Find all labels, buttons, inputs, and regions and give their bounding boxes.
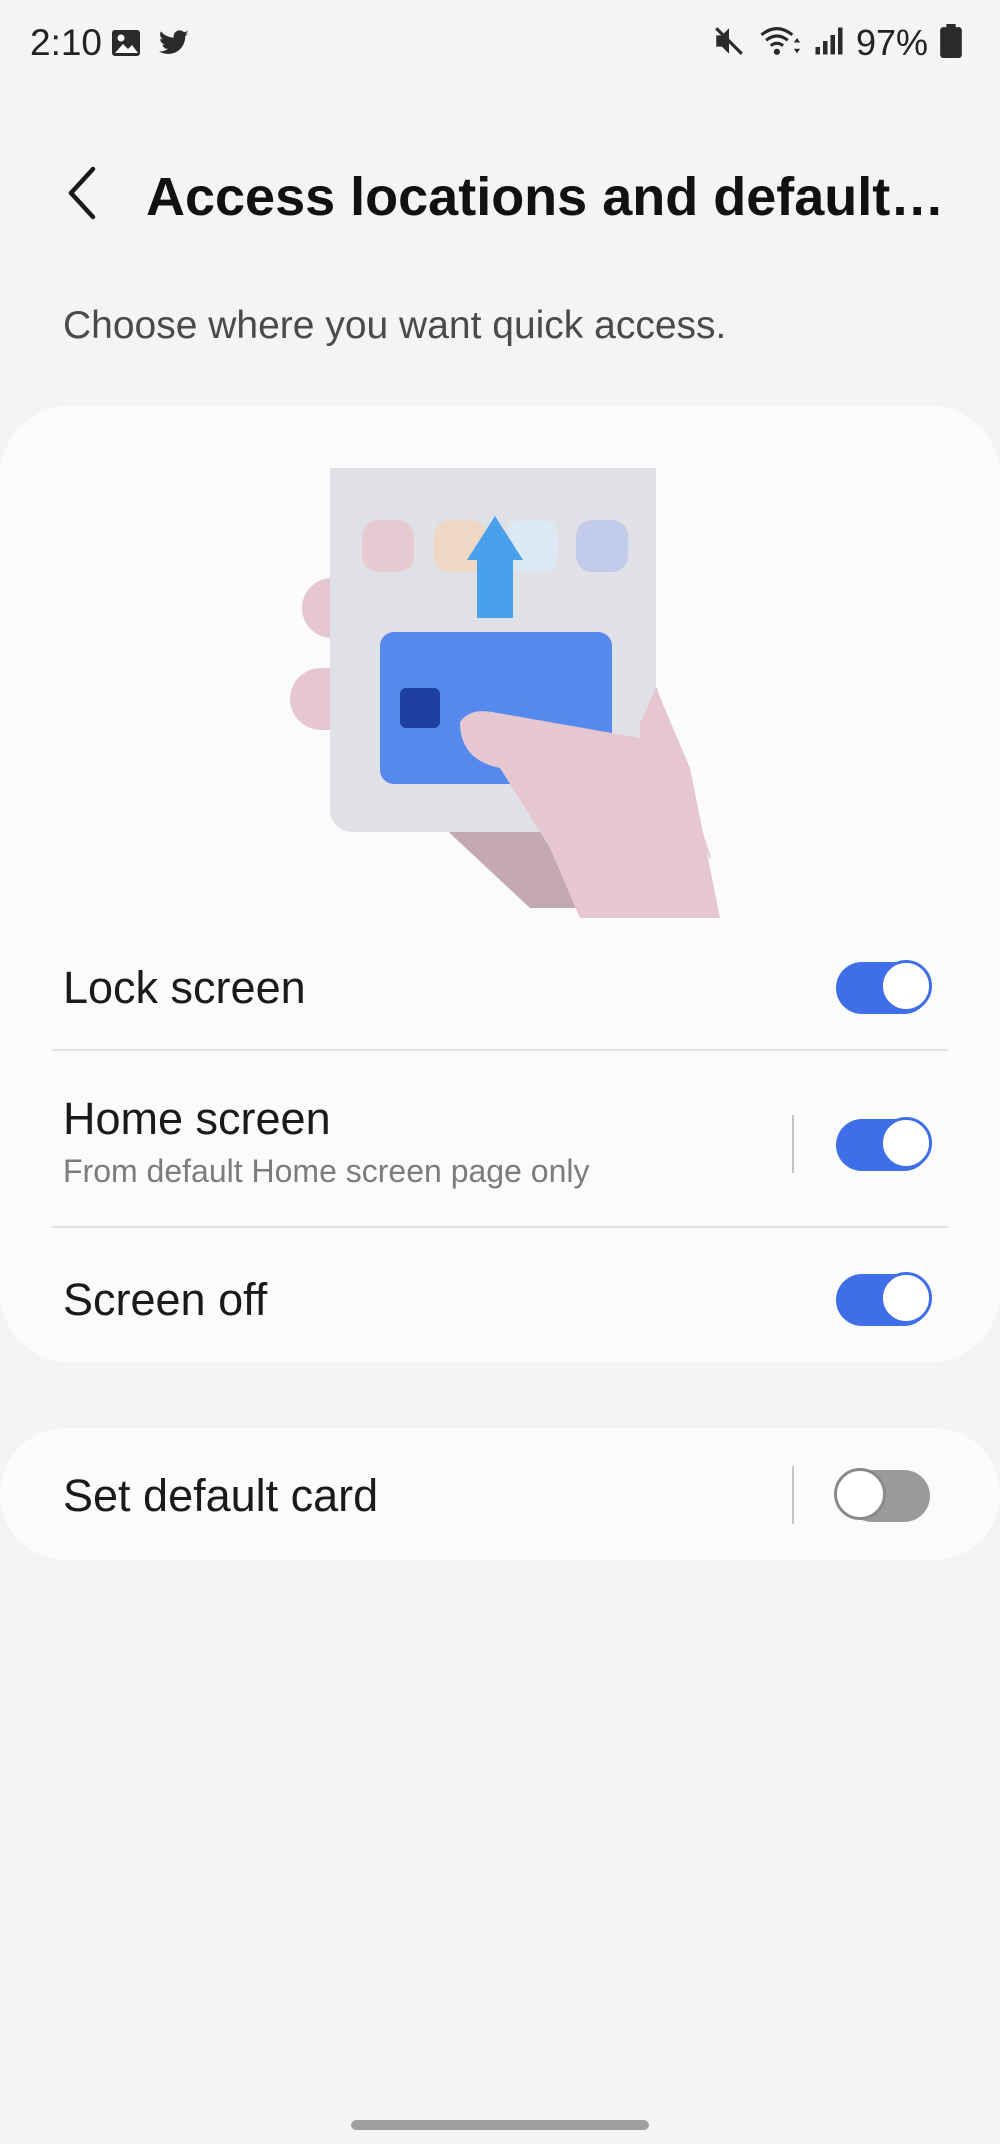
twitter-icon — [156, 27, 192, 64]
screen-off-label: Screen off — [63, 1274, 268, 1325]
switch-knob — [834, 1468, 886, 1520]
switch-knob — [880, 960, 932, 1012]
home-screen-label: Home screen — [63, 1093, 331, 1144]
hand-card-illustration — [280, 468, 760, 918]
lock-screen-label: Lock screen — [63, 962, 306, 1013]
status-system-icons: 97% — [712, 22, 962, 64]
mute-icon — [712, 24, 746, 63]
switch-knob — [880, 1117, 932, 1169]
default-card-section: Set default card — [0, 1428, 1000, 1560]
app-header: Access locations and default c... — [0, 150, 1000, 250]
status-bar: 2:10 97% — [0, 0, 1000, 90]
screen-off-switch[interactable] — [836, 1272, 932, 1326]
home-screen-switch[interactable] — [836, 1117, 932, 1171]
vertical-separator — [792, 1466, 794, 1524]
switch-knob — [880, 1272, 932, 1324]
battery-percentage: 97% — [855, 22, 928, 63]
status-notification-icons — [110, 27, 192, 64]
vertical-separator — [792, 1115, 794, 1173]
page-title: Access locations and default c... — [146, 167, 946, 227]
gallery-icon — [110, 27, 142, 64]
gesture-navigation-handle[interactable] — [351, 2120, 649, 2130]
signal-icon — [814, 26, 844, 61]
home-screen-row[interactable]: Home screen From default Home screen pag… — [0, 1051, 1000, 1231]
status-time: 2:10 — [30, 22, 103, 63]
set-default-card-switch[interactable] — [834, 1468, 930, 1522]
set-default-card-label: Set default card — [63, 1470, 379, 1521]
battery-icon — [940, 23, 962, 63]
set-default-card-row[interactable]: Set default card — [0, 1428, 1000, 1560]
chevron-left-icon — [63, 165, 103, 226]
home-screen-sublabel: From default Home screen page only — [63, 1153, 590, 1189]
access-locations-card: Lock screen Home screen From default Hom… — [0, 406, 1000, 1362]
lock-screen-switch[interactable] — [836, 960, 932, 1014]
lock-screen-row[interactable]: Lock screen — [0, 926, 1000, 1038]
wifi-icon — [758, 24, 802, 63]
screen-off-row[interactable]: Screen off — [0, 1228, 1000, 1362]
page-description: Choose where you want quick access. — [63, 304, 727, 347]
back-button[interactable] — [48, 160, 118, 230]
